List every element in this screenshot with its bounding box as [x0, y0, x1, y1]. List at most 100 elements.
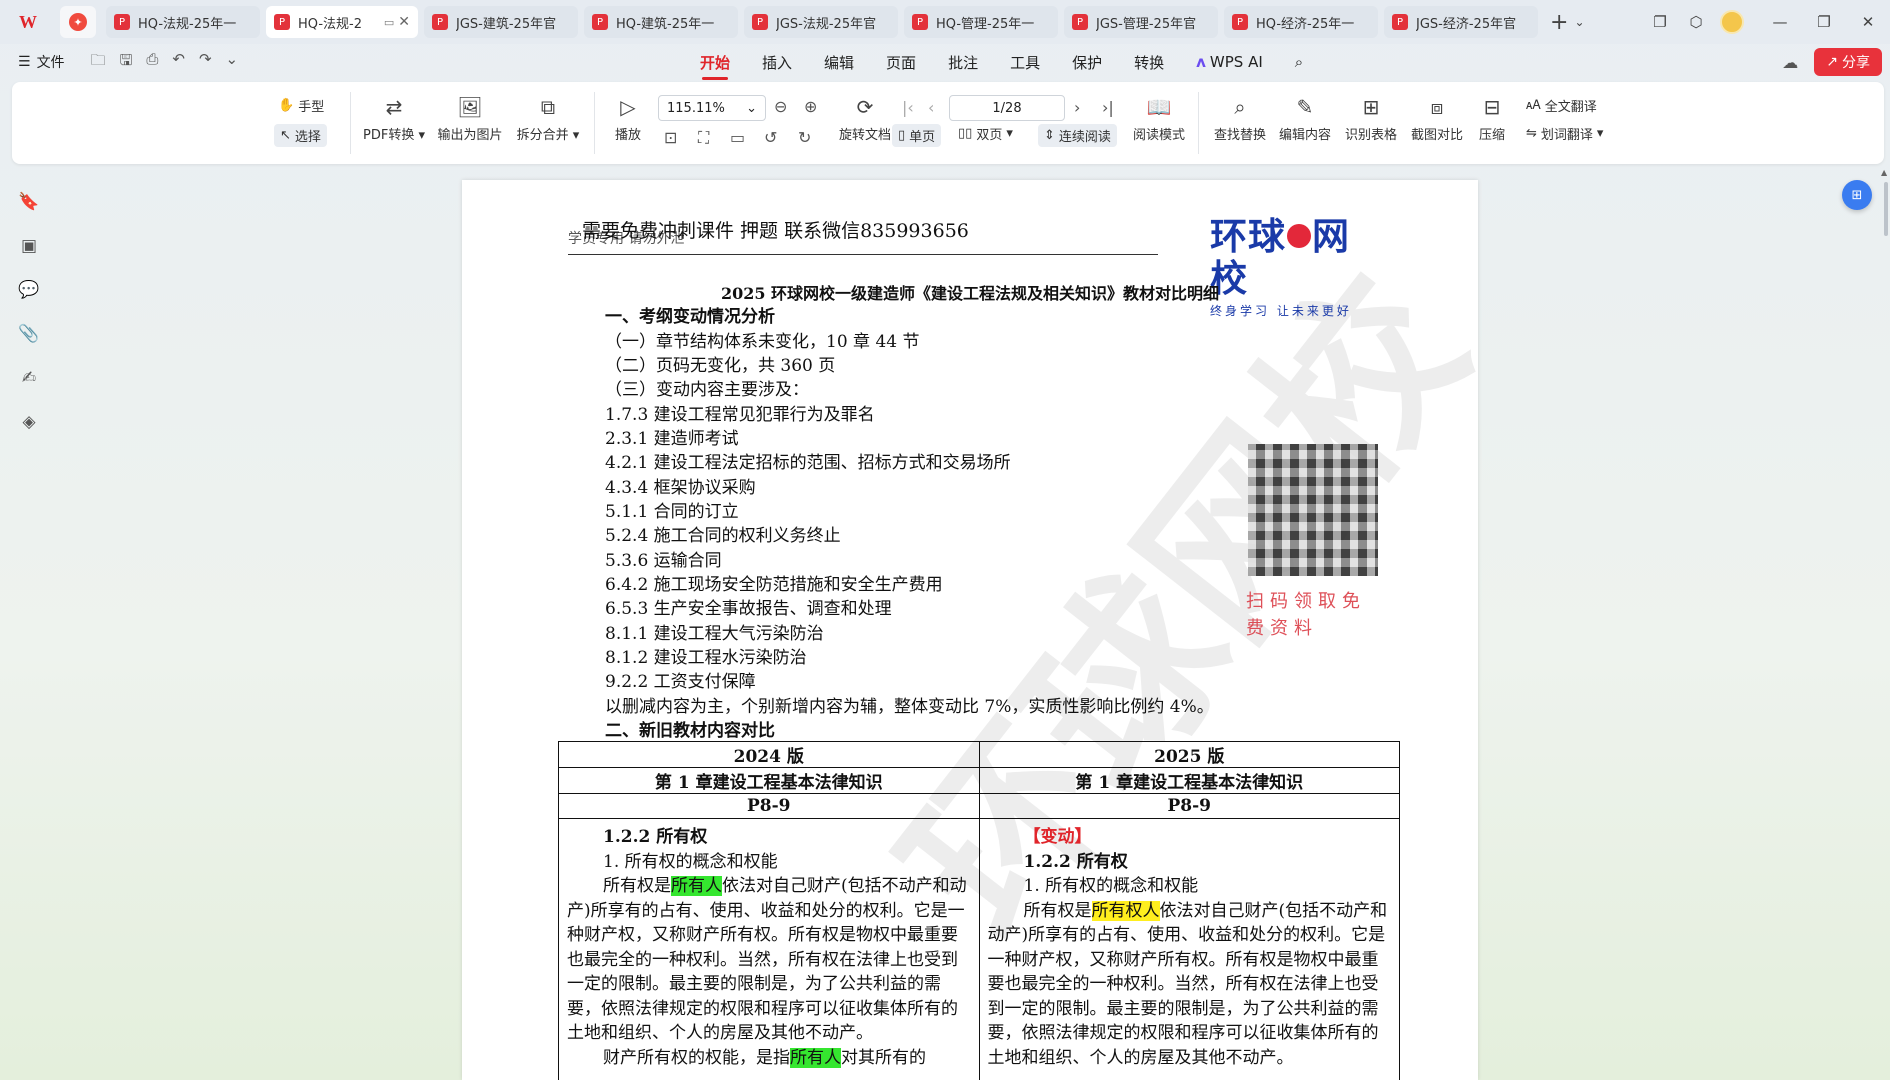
recognize-table-button[interactable]: ⊞ 识别表格 — [1340, 94, 1402, 143]
doc-tab[interactable]: P JGS-管理-25年官 — [1064, 6, 1218, 38]
summary-line: 8.1.1 建设工程大气污染防治 — [605, 624, 824, 644]
cube-icon[interactable]: ⬡ — [1678, 13, 1714, 31]
old-content-cell: 1.2.2 所有权 1. 所有权的概念和权能 所有权是所有人依法对自己财产(包括… — [558, 818, 980, 1080]
tab-edit[interactable]: 编辑 — [824, 52, 854, 73]
fit-width-icon[interactable]: ▭ — [730, 128, 745, 147]
doc-tab[interactable]: P JGS-建筑-25年官 — [424, 6, 578, 38]
pdf-convert-icon: ⇄ — [385, 95, 403, 119]
section-heading: 二、新旧教材内容对比 — [605, 721, 775, 741]
chevron-down-icon[interactable]: ⌄ — [226, 50, 239, 75]
chevron-down-icon[interactable]: ⌄ — [1574, 15, 1584, 29]
window-controls: ❐ ⬡ — ❐ ✕ — [1642, 0, 1890, 44]
hand-tool-button[interactable]: ✋ 手型 — [278, 96, 324, 115]
restore-icon[interactable]: ❐ — [1802, 13, 1846, 31]
window-layout-icon[interactable]: ❐ — [1642, 13, 1678, 31]
summary-line: 4.2.1 建设工程法定招标的范围、招标方式和交易场所 — [605, 453, 1011, 473]
actual-size-icon[interactable]: ⊡ — [664, 128, 677, 147]
pdf-icon: P — [274, 14, 290, 30]
translate-icon: 🗚 — [1526, 98, 1541, 113]
undo-icon[interactable]: ↶ — [172, 50, 185, 75]
qr-code[interactable] — [1248, 444, 1378, 576]
single-page-button[interactable]: ▯ 单页 — [892, 124, 942, 147]
screenshot-compare-button[interactable]: ⧈ 截图对比 — [1406, 94, 1468, 143]
search-icon[interactable]: ⌕ — [1295, 53, 1303, 71]
full-translate-button[interactable]: 🗚 全文翻译 — [1526, 96, 1597, 115]
attachment-icon[interactable]: 📎 — [0, 312, 58, 356]
continuous-read-button[interactable]: ⇕ 连续阅读 — [1038, 124, 1117, 147]
tab-protect[interactable]: 保护 — [1072, 52, 1102, 73]
last-page-icon[interactable]: ›| — [1102, 98, 1114, 117]
wps-ai-button[interactable]: ᴧ WPS AI — [1196, 53, 1263, 71]
cloud-upload-icon[interactable]: ☁ — [1782, 53, 1798, 72]
monitor-icon[interactable]: ▭ — [384, 16, 394, 29]
signature-icon[interactable]: ✍ — [0, 356, 58, 400]
compress-button[interactable]: ⊟ 压缩 — [1472, 94, 1512, 143]
zoom-out-icon[interactable]: ⊖ — [774, 97, 787, 116]
doc-tab-active[interactable]: P HQ-法规-2 ▭ ✕ — [266, 6, 418, 38]
double-page-icon: ▯▯ — [958, 126, 973, 141]
save-icon[interactable]: 🖫 — [120, 50, 133, 75]
new-tab-icon[interactable]: + — [1550, 10, 1568, 35]
double-page-button[interactable]: ▯▯ 双页 ▾ — [958, 124, 1013, 143]
page-number-input[interactable]: 1/28 — [949, 95, 1065, 121]
left-sidebar: 🔖 ▣ 💬 📎 ✍ ◈ — [0, 180, 58, 444]
pdf-icon: P — [114, 14, 130, 30]
redo-icon[interactable]: ↷ — [199, 50, 212, 75]
word-translate-icon: ⇋ — [1526, 126, 1537, 141]
print-icon[interactable]: ⎙ — [146, 50, 158, 75]
col-header-new: 2025 版 — [978, 741, 1400, 768]
doc-tab[interactable]: P HQ-管理-25年一 — [904, 6, 1058, 38]
doc-tab[interactable]: P JGS-法规-25年官 — [744, 6, 898, 38]
thumbnail-icon[interactable]: ▣ — [0, 224, 58, 268]
play-icon: ▷ — [620, 95, 636, 119]
select-tool-button[interactable]: ↖ 选择 — [274, 124, 327, 147]
zoom-select[interactable]: 115.11% ⌄ — [658, 95, 766, 121]
find-replace-button[interactable]: ⌕ 查找替换 — [1208, 94, 1272, 143]
file-menu[interactable]: ☰ 文件 — [18, 52, 65, 72]
fit-page-icon[interactable]: ⛶ — [698, 128, 709, 148]
home-tab[interactable]: ✦ — [60, 6, 96, 38]
close-icon[interactable]: ✕ — [398, 14, 410, 30]
tab-convert[interactable]: 转换 — [1134, 52, 1164, 73]
layers-icon[interactable]: ◈ — [0, 400, 58, 444]
open-folder-icon[interactable]: 🗀 — [91, 50, 106, 75]
next-page-icon[interactable]: › — [1074, 98, 1080, 117]
minimize-icon[interactable]: — — [1758, 13, 1802, 31]
split-merge-icon: ⧉ — [540, 95, 556, 119]
close-window-icon[interactable]: ✕ — [1846, 13, 1890, 31]
pdf-convert-button[interactable]: ⇄ PDF转换 ▾ — [358, 94, 430, 143]
compress-icon: ⊟ — [1483, 95, 1501, 119]
bookmark-icon[interactable]: 🔖 — [0, 180, 58, 224]
play-button[interactable]: ▷ 播放 — [608, 94, 648, 143]
menu-right: ☁ ↗ 分享 — [1782, 48, 1882, 76]
split-merge-button[interactable]: ⧉ 拆分合并 ▾ — [512, 94, 584, 143]
rotate-document-button[interactable]: ⟳ 旋转文档 — [832, 94, 898, 143]
first-page-icon[interactable]: |‹ — [902, 98, 914, 117]
rotate-left-icon[interactable]: ↺ — [764, 128, 777, 147]
tab-home[interactable]: 开始 — [700, 52, 730, 80]
doc-tab[interactable]: P JGS-经济-25年官 — [1384, 6, 1538, 38]
zoom-in-icon[interactable]: ⊕ — [804, 97, 817, 116]
tab-page[interactable]: 页面 — [886, 52, 916, 73]
share-button[interactable]: ↗ 分享 — [1814, 48, 1882, 76]
wps-logo-icon[interactable]: W — [12, 6, 44, 38]
comment-icon[interactable]: 💬 — [0, 268, 58, 312]
tab-comment[interactable]: 批注 — [948, 52, 978, 73]
read-mode-button[interactable]: 📖 阅读模式 — [1128, 94, 1190, 143]
tab-insert[interactable]: 插入 — [762, 52, 792, 73]
doc-tab[interactable]: P HQ-法规-25年一 — [106, 6, 260, 38]
edit-content-button[interactable]: ✎ 编辑内容 — [1274, 94, 1336, 143]
prev-page-icon[interactable]: ‹ — [928, 98, 934, 117]
floating-tool-button[interactable]: ⊞ — [1842, 180, 1872, 210]
tab-tools[interactable]: 工具 — [1010, 52, 1040, 73]
home-icon: ✦ — [69, 13, 87, 31]
doc-tab[interactable]: P HQ-经济-25年一 — [1224, 6, 1378, 38]
rotate-right-icon[interactable]: ↻ — [798, 128, 811, 147]
pdf-icon: P — [912, 14, 928, 30]
vertical-scrollbar[interactable] — [1884, 182, 1888, 236]
export-image-button[interactable]: 🖼 输出为图片 — [432, 94, 508, 143]
scroll-up-icon[interactable]: ▲ — [1881, 168, 1887, 177]
word-translate-button[interactable]: ⇋ 划词翻译 ▾ — [1526, 124, 1603, 143]
avatar[interactable] — [1720, 10, 1744, 34]
doc-tab[interactable]: P HQ-建筑-25年一 — [584, 6, 738, 38]
